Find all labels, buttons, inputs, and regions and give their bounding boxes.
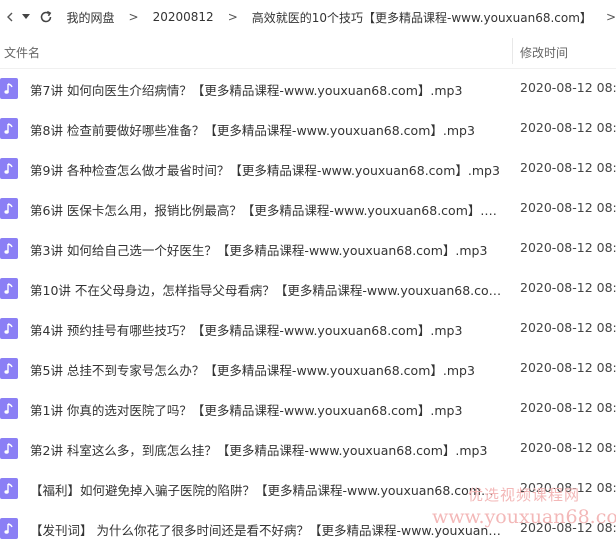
file-row[interactable]: 【福利】如何避免掉入骗子医院的陷阱？【更多精品课程-www.youxuan68.… <box>0 468 616 508</box>
breadcrumb-separator: > <box>227 10 238 24</box>
file-row[interactable]: 【发刊词】 为什么你花了很多时间还是看不好病？【更多精品课程-www.youxu… <box>0 508 616 548</box>
file-row[interactable]: 第5讲 总挂不到专家号怎么办？【更多精品课程-www.youxuan68.com… <box>0 348 616 388</box>
file-name[interactable]: 第4讲 预约挂号有哪些技巧？【更多精品课程-www.youxuan68.com】… <box>30 320 462 339</box>
file-name[interactable]: 【发刊词】 为什么你花了很多时间还是看不好病？【更多精品课程-www.youxu… <box>30 520 502 539</box>
breadcrumb-root[interactable]: 我的网盘 <box>67 9 115 26</box>
file-modified-time: 2020-08-12 08:57 <box>520 440 616 455</box>
file-row[interactable]: 第9讲 各种检查怎么做才最省时间？【更多精品课程-www.youxuan68.c… <box>0 148 616 188</box>
file-row[interactable]: 第3讲 如何给自己选一个好医生？【更多精品课程-www.youxuan68.co… <box>0 228 616 268</box>
file-modified-time: 2020-08-12 08:57 <box>520 120 616 135</box>
file-list-header: 文件名 修改时间 <box>0 34 616 69</box>
refresh-icon[interactable] <box>39 10 53 24</box>
music-note-icon <box>0 518 18 539</box>
file-name[interactable]: 第6讲 医保卡怎么用，报销比例最高？【更多精品课程-www.youxuan68.… <box>30 200 502 219</box>
breadcrumb-separator: > <box>128 10 139 24</box>
music-note-icon <box>0 118 18 139</box>
file-list: 第7讲 如何向医生介绍病情？【更多精品课程-www.youxuan68.com】… <box>0 68 616 548</box>
music-note-icon <box>0 358 18 379</box>
file-name[interactable]: 第9讲 各种检查怎么做才最省时间？【更多精品课程-www.youxuan68.c… <box>30 160 500 179</box>
column-header-modified-time[interactable]: 修改时间 <box>520 44 568 61</box>
music-note-icon <box>0 278 18 299</box>
file-name[interactable]: 第5讲 总挂不到专家号怎么办？【更多精品课程-www.youxuan68.com… <box>30 360 475 379</box>
file-row[interactable]: 第8讲 检查前要做好哪些准备？【更多精品课程-www.youxuan68.com… <box>0 108 616 148</box>
file-name[interactable]: 第7讲 如何向医生介绍病情？【更多精品课程-www.youxuan68.com】… <box>30 80 462 99</box>
file-modified-time: 2020-08-12 08:57 <box>520 160 616 175</box>
file-modified-time: 2020-08-12 08:57 <box>520 480 616 495</box>
file-row[interactable]: 第4讲 预约挂号有哪些技巧？【更多精品课程-www.youxuan68.com】… <box>0 308 616 348</box>
file-name[interactable]: 第8讲 检查前要做好哪些准备？【更多精品课程-www.youxuan68.com… <box>30 120 475 139</box>
music-note-icon <box>0 238 18 259</box>
file-modified-time: 2020-08-12 08:57 <box>520 520 616 535</box>
file-modified-time: 2020-08-12 08:57 <box>520 320 616 335</box>
file-row[interactable]: 第7讲 如何向医生介绍病情？【更多精品课程-www.youxuan68.com】… <box>0 68 616 108</box>
file-modified-time: 2020-08-12 08:57 <box>520 240 616 255</box>
file-modified-time: 2020-08-12 08:57 <box>520 360 616 375</box>
toolbar: 我的网盘 > 20200812 > 高效就医的10个技巧【更多精品课程-www.… <box>0 0 616 34</box>
music-note-icon <box>0 318 18 339</box>
file-modified-time: 2020-08-12 08:57 <box>520 280 616 295</box>
file-modified-time: 2020-08-12 08:57 <box>520 400 616 415</box>
breadcrumb-folder-current[interactable]: 高效就医的10个技巧【更多精品课程-www.youxuan68.com】 <box>252 9 592 26</box>
file-row[interactable]: 第6讲 医保卡怎么用，报销比例最高？【更多精品课程-www.youxuan68.… <box>0 188 616 228</box>
file-name[interactable]: 第10讲 不在父母身边，怎样指导父母看病？【更多精品课程-www.youxuan… <box>30 280 502 299</box>
chevron-left-icon[interactable] <box>6 12 14 22</box>
music-note-icon <box>0 478 18 499</box>
file-modified-time: 2020-08-12 08:57 <box>520 80 616 95</box>
file-modified-time: 2020-08-12 08:57 <box>520 200 616 215</box>
breadcrumb-folder-date[interactable]: 20200812 <box>153 10 214 24</box>
file-row[interactable]: 第2讲 科室这么多，到底怎么挂？【更多精品课程-www.youxuan68.co… <box>0 428 616 468</box>
file-name[interactable]: 第1讲 你真的选对医院了吗？【更多精品课程-www.youxuan68.com】… <box>30 400 462 419</box>
caret-down-icon[interactable] <box>22 14 31 20</box>
column-header-name[interactable]: 文件名 <box>4 44 40 61</box>
column-divider[interactable] <box>512 38 513 64</box>
music-note-icon <box>0 398 18 419</box>
music-note-icon <box>0 198 18 219</box>
file-name[interactable]: 第2讲 科室这么多，到底怎么挂？【更多精品课程-www.youxuan68.co… <box>30 440 487 459</box>
file-row[interactable]: 第10讲 不在父母身边，怎样指导父母看病？【更多精品课程-www.youxuan… <box>0 268 616 308</box>
music-note-icon <box>0 78 18 99</box>
file-name[interactable]: 第3讲 如何给自己选一个好医生？【更多精品课程-www.youxuan68.co… <box>30 240 487 259</box>
music-note-icon <box>0 158 18 179</box>
music-note-icon <box>0 438 18 459</box>
file-name[interactable]: 【福利】如何避免掉入骗子医院的陷阱？【更多精品课程-www.youxuan68.… <box>30 480 502 499</box>
file-row[interactable]: 第1讲 你真的选对医院了吗？【更多精品课程-www.youxuan68.com】… <box>0 388 616 428</box>
breadcrumb-separator: > <box>605 10 616 24</box>
